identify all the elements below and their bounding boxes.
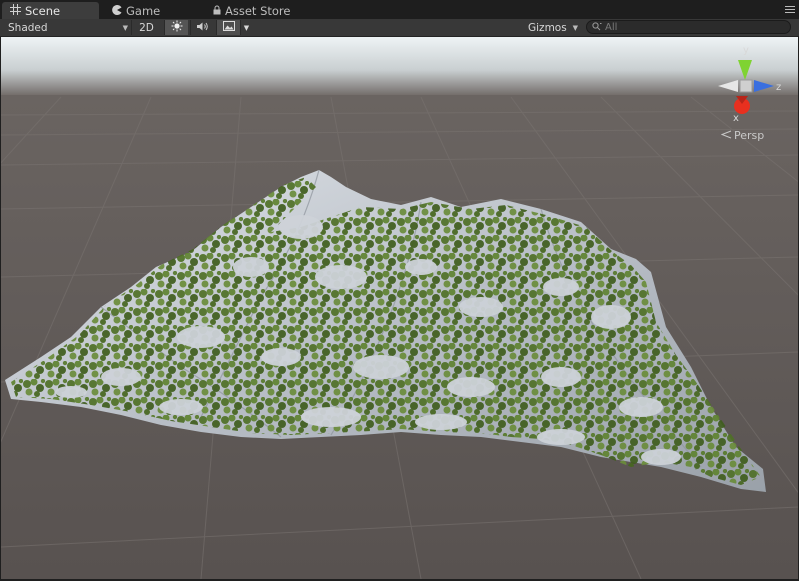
perspective-icon: [720, 129, 732, 142]
pacman-icon: [112, 4, 122, 18]
grid-icon: [10, 3, 21, 18]
2d-toggle-button[interactable]: 2D: [131, 20, 161, 35]
gizmos-dropdown[interactable]: Gizmos ▼: [528, 20, 578, 35]
orientation-gizmo[interactable]: y z x: [712, 42, 784, 122]
tab-asset-store[interactable]: Asset Store: [205, 2, 315, 19]
effects-dropdown-arrow-icon[interactable]: ▼: [240, 20, 252, 35]
search-icon: [592, 21, 602, 34]
tab-label: Asset Store: [225, 3, 291, 18]
scene-toolbar: Shaded ▼ 2D ▼ Gizmos ▼: [0, 19, 799, 37]
gizmo-z-label: z: [776, 82, 781, 93]
dropdown-arrow-icon: ▼: [572, 23, 578, 32]
scene-render: [1, 37, 798, 579]
audio-toggle-button[interactable]: [190, 20, 214, 35]
gizmo-z-axis: [754, 80, 774, 92]
projection-toggle[interactable]: Persp: [720, 129, 765, 142]
draw-mode-dropdown[interactable]: Shaded ▼: [8, 20, 128, 35]
gizmo-y-axis: [738, 60, 752, 80]
lock-icon: [213, 4, 221, 18]
gizmos-label: Gizmos: [528, 21, 567, 34]
sun-icon: [171, 20, 183, 35]
gizmo-x-label: x: [733, 113, 739, 122]
tab-game[interactable]: Game: [104, 2, 194, 19]
hierarchy-search[interactable]: [586, 20, 791, 34]
sky: [1, 37, 798, 97]
scene-viewport[interactable]: y z x Persp: [1, 37, 798, 579]
projection-label: Persp: [734, 129, 765, 142]
dropdown-arrow-icon: ▼: [122, 23, 128, 32]
gizmo-neg-x-axis: [718, 80, 738, 92]
tab-label: Game: [126, 3, 161, 18]
lighting-toggle-button[interactable]: [164, 20, 188, 35]
gizmo-center-cube: [739, 79, 753, 93]
tab-label: Scene: [25, 3, 61, 18]
search-input[interactable]: [605, 21, 775, 33]
effects-toggle-button[interactable]: [216, 20, 240, 35]
image-icon: [222, 21, 235, 34]
tab-scene[interactable]: Scene: [2, 2, 99, 19]
speaker-icon: [196, 21, 209, 35]
draw-mode-label: Shaded: [8, 21, 48, 34]
editor-tab-strip: Scene Game Asset Store: [0, 0, 799, 19]
gizmo-y-label: y: [743, 45, 749, 56]
menu-icon[interactable]: [785, 6, 795, 15]
